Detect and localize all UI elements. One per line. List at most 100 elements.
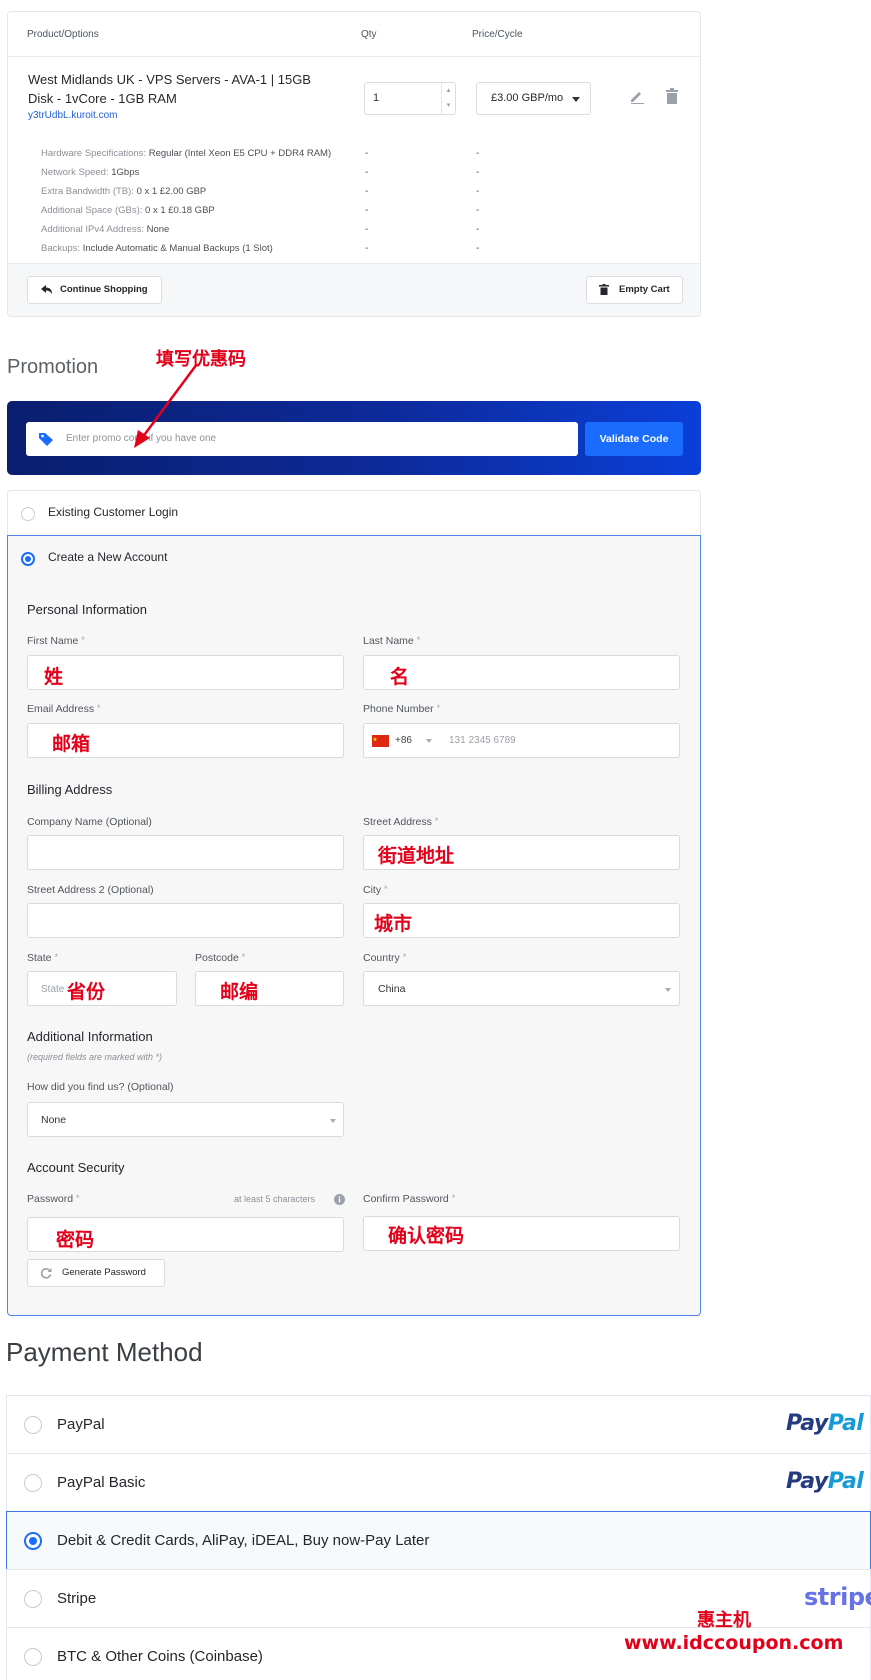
generate-password-button[interactable]: Generate Password <box>27 1259 165 1287</box>
postcode-value: 邮编 <box>220 981 259 1003</box>
street-address-field[interactable]: 街道地址 <box>363 835 680 870</box>
create-account-radio[interactable] <box>21 552 35 566</box>
cards-label: Debit & Credit Cards, AliPay, iDEAL, Buy… <box>57 1532 430 1549</box>
config-option-row: Backups: Include Automatic & Manual Back… <box>41 243 273 254</box>
config-option-value: 0 x 1 £2.00 GBP <box>136 186 207 197</box>
config-option-qty: - <box>365 205 369 216</box>
paypal-basic-label: PayPal Basic <box>57 1474 146 1491</box>
cards-radio[interactable] <box>24 1532 42 1550</box>
state-field[interactable]: State 省份 <box>27 971 177 1006</box>
config-option-row: Network Speed: 1Gbps <box>41 167 139 178</box>
find-us-select[interactable]: None <box>27 1102 344 1137</box>
paypal-label: PayPal <box>57 1416 105 1433</box>
required-fields-note: (required fields are marked with *) <box>27 1052 163 1062</box>
country-value: China <box>378 983 406 995</box>
china-flag-icon <box>372 735 389 747</box>
confirm-password-field[interactable]: 确认密码 <box>363 1216 680 1251</box>
payment-option-cards[interactable]: Debit & Credit Cards, AliPay, iDEAL, Buy… <box>6 1511 871 1570</box>
quantity-stepper[interactable]: 1 ▴ ▾ <box>364 82 456 115</box>
existing-login-label: Existing Customer Login <box>48 505 179 519</box>
config-option-price: - <box>476 224 480 235</box>
config-option-value: 1Gbps <box>111 167 140 178</box>
coinbase-radio[interactable] <box>24 1648 42 1666</box>
confirm-password-value: 确认密码 <box>388 1225 465 1247</box>
edit-button[interactable] <box>628 88 646 106</box>
remove-item-button[interactable] <box>663 88 681 106</box>
product-domain: y3trUdbL.kuroit.com <box>28 110 118 121</box>
refresh-icon <box>40 1268 52 1279</box>
annotation-arrow <box>134 363 199 448</box>
watermark-line2: www.idccoupon.com <box>624 1632 844 1654</box>
caret-down-icon <box>426 739 432 743</box>
coinbase-label: BTC & Other Coins (Coinbase) <box>57 1648 263 1665</box>
country-select[interactable]: China <box>363 971 680 1006</box>
street-address-2-field[interactable] <box>27 903 344 938</box>
paypal-logo: PayPal <box>786 1411 864 1436</box>
caret-down-icon <box>665 988 671 992</box>
generate-password-label: Generate Password <box>62 1267 146 1278</box>
existing-login-radio[interactable] <box>21 507 35 521</box>
validate-code-button[interactable]: Validate Code <box>585 422 683 456</box>
company-label: Company Name (Optional) <box>27 816 152 828</box>
info-icon[interactable] <box>334 1194 345 1205</box>
phone-label: Phone Number * <box>363 703 441 715</box>
email-field[interactable]: 邮箱 <box>27 723 344 758</box>
caret-down-icon <box>330 1119 336 1123</box>
existing-customer-login-option[interactable]: Existing Customer Login <box>7 490 701 536</box>
password-value: 密码 <box>56 1229 95 1251</box>
street2-label: Street Address 2 (Optional) <box>27 884 154 896</box>
city-field[interactable]: 城市 <box>363 903 680 938</box>
config-option-value: Include Automatic & Manual Backups (1 Sl… <box>82 243 273 254</box>
phone-placeholder: 131 2345 6789 <box>449 735 516 746</box>
create-account-panel: Create a New Account Personal Informatio… <box>7 535 701 1316</box>
cart-footer: Continue Shopping Empty Cart <box>8 263 700 316</box>
config-option-price: - <box>476 186 480 197</box>
trash-icon <box>666 88 678 104</box>
continue-shopping-button[interactable]: Continue Shopping <box>27 276 162 304</box>
payment-method-heading: Payment Method <box>6 1337 203 1367</box>
config-option-label: Backups: <box>41 243 81 254</box>
promo-code-input[interactable]: Enter promo code if you have one <box>26 422 578 456</box>
config-option-price: - <box>476 205 480 216</box>
config-option-row: Additional Space (GBs): 0 x 1 £0.18 GBP <box>41 205 215 216</box>
arrow-back-icon <box>41 285 52 294</box>
config-option-row: Extra Bandwidth (TB): 0 x 1 £2.00 GBP <box>41 186 206 197</box>
stripe-logo: stripe <box>804 1583 871 1611</box>
config-option-value: Regular (Intel Xeon E5 CPU + DDR4 RAM) <box>148 148 332 159</box>
street-address-value: 街道地址 <box>378 845 455 867</box>
account-security-title: Account Security <box>27 1160 125 1175</box>
config-option-qty: - <box>365 167 369 178</box>
empty-cart-button[interactable]: Empty Cart <box>586 276 683 304</box>
first-name-field[interactable]: 姓 <box>27 655 344 690</box>
product-title: West Midlands UK - VPS Servers - AVA-1 |… <box>28 72 311 106</box>
password-field[interactable]: 密码 <box>27 1217 344 1252</box>
state-placeholder: State <box>41 984 65 995</box>
payment-option-paypal[interactable]: PayPal PayPal <box>6 1395 871 1454</box>
paypal-basic-radio[interactable] <box>24 1474 42 1492</box>
phone-country-code[interactable]: +86 <box>395 735 412 746</box>
phone-field[interactable]: +86 131 2345 6789 <box>363 723 680 758</box>
billing-cycle-value: £3.00 GBP/mo <box>491 92 564 104</box>
street-label: Street Address * <box>363 816 439 828</box>
last-name-field[interactable]: 名 <box>363 655 680 690</box>
tag-icon <box>39 433 53 446</box>
find-us-label: How did you find us? (Optional) <box>27 1081 174 1093</box>
billing-cycle-select[interactable]: £3.00 GBP/mo <box>476 82 591 115</box>
config-option-value: 0 x 1 £0.18 GBP <box>145 205 215 216</box>
city-value: 城市 <box>374 913 413 935</box>
empty-cart-label: Empty Cart <box>619 284 670 295</box>
watermark-line1: 惠主机 <box>697 1610 751 1631</box>
paypal-radio[interactable] <box>24 1416 42 1434</box>
confirm-password-label: Confirm Password * <box>363 1193 456 1205</box>
find-us-value: None <box>41 1114 67 1126</box>
company-field[interactable] <box>27 835 344 870</box>
postcode-field[interactable]: 邮编 <box>195 971 344 1006</box>
create-account-label: Create a New Account <box>48 550 168 564</box>
stripe-radio[interactable] <box>24 1590 42 1608</box>
email-label: Email Address * <box>27 703 101 715</box>
first-name-label: First Name * <box>27 635 85 647</box>
config-option-row: Hardware Specifications: Regular (Intel … <box>41 148 331 159</box>
payment-option-paypal-basic[interactable]: PayPal Basic PayPal <box>6 1453 871 1512</box>
config-option-qty: - <box>365 186 369 197</box>
quantity-spinner[interactable]: ▴ ▾ <box>441 83 455 114</box>
